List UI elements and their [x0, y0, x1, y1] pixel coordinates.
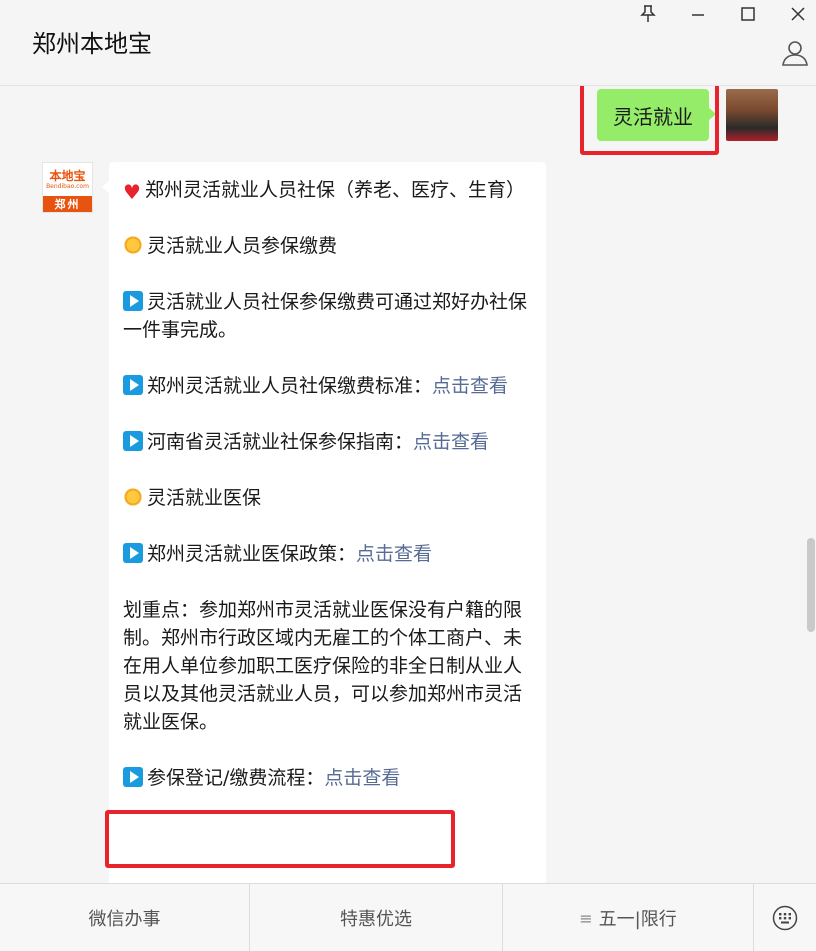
- menu-tab-special-offers[interactable]: 特惠优选: [250, 884, 503, 951]
- reply-line-4-text: 郑州灵活就业人员社保缴费标准：: [147, 375, 433, 397]
- reply-line-6: 灵活就业医保: [123, 484, 532, 512]
- scrollbar[interactable]: [806, 86, 816, 883]
- bottom-menu: 微信办事 特惠优选 ≡ 五一|限行: [0, 883, 816, 951]
- play-icon: [123, 431, 143, 451]
- reply-line-1-text: 郑州灵活就业人员社保（养老、医疗、生育）: [144, 179, 525, 201]
- reply-line-6-text: 灵活就业医保: [147, 487, 262, 509]
- reply-line-4: 郑州灵活就业人员社保缴费标准：点击查看: [123, 372, 532, 400]
- view-link-medical-policy[interactable]: 点击查看: [356, 543, 432, 565]
- reply-line-7: 郑州灵活就业医保政策：点击查看: [123, 540, 532, 568]
- bendibao-logo: 本地宝 Bendibao.com: [43, 163, 92, 196]
- reply-line-3: 灵活就业人员社保参保缴费可通过郑好办社保一件事完成。: [123, 288, 532, 344]
- minimize-icon[interactable]: [686, 2, 710, 26]
- play-icon: [123, 375, 143, 395]
- reply-message-bubble[interactable]: ♥ 郑州灵活就业人员社保（养老、医疗、生育） 灵活就业人员参保缴费 灵活就业人员社…: [102, 162, 546, 883]
- play-icon: [123, 291, 143, 311]
- reply-line-5: 河南省灵活就业社保参保指南：点击查看: [123, 428, 532, 456]
- bot-avatar[interactable]: 本地宝 Bendibao.com 郑州: [42, 162, 93, 213]
- play-icon: [123, 767, 143, 787]
- reply-line-1: ♥ 郑州灵活就业人员社保（养老、医疗、生育）: [123, 176, 532, 204]
- highlight-box-process: [105, 810, 455, 868]
- view-link-registration-process[interactable]: 点击查看: [324, 767, 400, 789]
- maximize-icon[interactable]: [736, 2, 760, 26]
- menu-icon: ≡: [579, 908, 593, 928]
- reply-line-2-text: 灵活就业人员参保缴费: [147, 235, 338, 257]
- play-icon: [123, 543, 143, 563]
- person-icon[interactable]: [780, 38, 810, 68]
- reply-line-2: 灵活就业人员参保缴费: [123, 232, 532, 260]
- reply-line-9-text: 参保登记/缴费流程：: [147, 767, 325, 789]
- logo-subtext: Bendibao.com: [46, 182, 89, 190]
- menu-tab-may-day-restrictions[interactable]: ≡ 五一|限行: [503, 884, 754, 951]
- menu-tab-wechat-services[interactable]: 微信办事: [0, 884, 250, 951]
- sun-icon: [123, 487, 143, 507]
- reply-line-5-text: 河南省灵活就业社保参保指南：: [147, 431, 414, 453]
- chat-title: 郑州本地宝: [32, 30, 152, 58]
- scrollbar-thumb[interactable]: [807, 538, 815, 632]
- keyboard-icon[interactable]: [754, 884, 816, 951]
- avatar-city-label: 郑州: [43, 196, 92, 212]
- chat-area[interactable]: 灵活就业 本地宝 Bendibao.com 郑州 ♥ 郑州灵活就业人员社保（养老、…: [0, 86, 816, 883]
- pin-icon[interactable]: [636, 2, 660, 26]
- close-icon[interactable]: [786, 2, 810, 26]
- reply-line-7-text: 郑州灵活就业医保政策：: [147, 543, 357, 565]
- view-link-payment-standard[interactable]: 点击查看: [432, 375, 508, 397]
- reply-line-8: 划重点：参加郑州市灵活就业医保没有户籍的限制。郑州市行政区域内无雇工的个体工商户…: [123, 599, 523, 733]
- menu-tab-3-label: 五一|限行: [598, 909, 677, 930]
- reply-line-3-text: 灵活就业人员社保参保缴费可通过郑好办社保一件事完成。: [123, 291, 528, 341]
- view-link-henan-guide[interactable]: 点击查看: [413, 431, 489, 453]
- title-bar: 郑州本地宝: [0, 0, 816, 86]
- logo-text: 本地宝: [49, 168, 86, 183]
- user-avatar[interactable]: [726, 89, 778, 141]
- sun-icon: [123, 235, 143, 255]
- reply-line-9: 参保登记/缴费流程：点击查看: [123, 764, 532, 792]
- heart-icon: ♥: [123, 180, 141, 204]
- highlight-box-sent: [580, 86, 719, 155]
